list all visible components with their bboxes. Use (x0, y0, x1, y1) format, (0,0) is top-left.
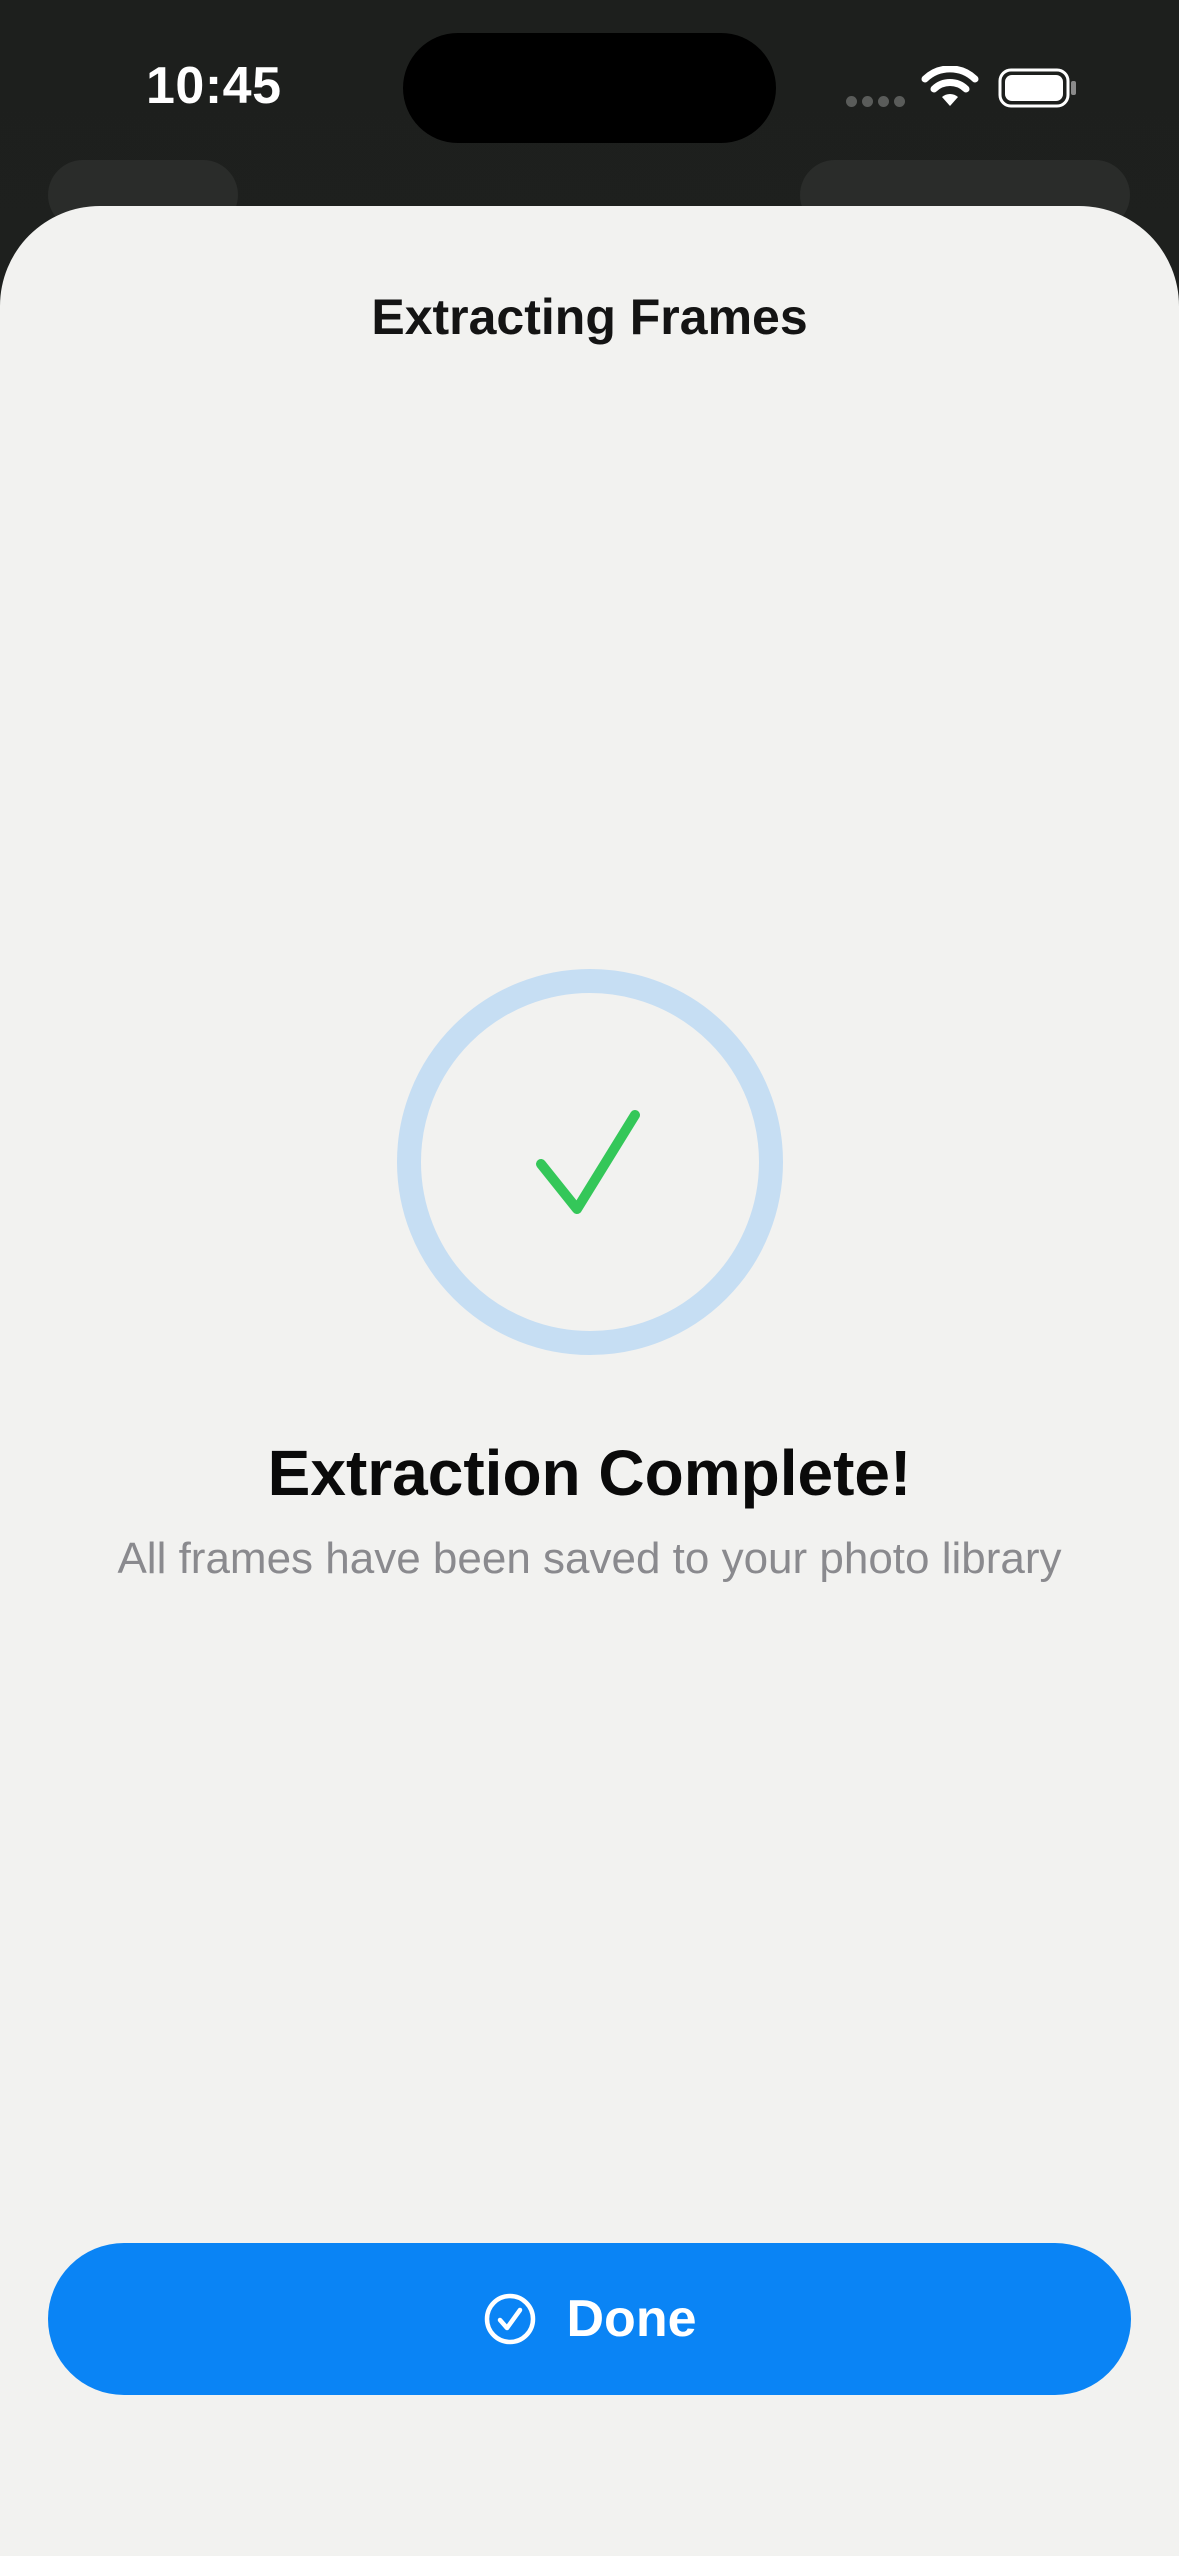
screen: 10:45 Extracting Frames Extraction Compl… (0, 0, 1179, 2556)
checkmark-icon (397, 969, 783, 1355)
done-button[interactable]: Done (48, 2243, 1131, 2395)
result-subtitle: All frames have been saved to your photo… (117, 1534, 1062, 1583)
done-button-label: Done (566, 2290, 697, 2348)
result-title: Extraction Complete! (267, 1437, 912, 1509)
sheet-title: Extracting Frames (371, 289, 808, 345)
battery-icon (998, 68, 1076, 108)
wifi-icon (921, 66, 979, 106)
cellular-signal-icon (846, 96, 906, 108)
dynamic-island (403, 33, 776, 143)
checkmark-circle-icon (484, 2293, 535, 2345)
status-bar-time: 10:45 (146, 57, 282, 115)
modal-sheet (0, 206, 1179, 2556)
